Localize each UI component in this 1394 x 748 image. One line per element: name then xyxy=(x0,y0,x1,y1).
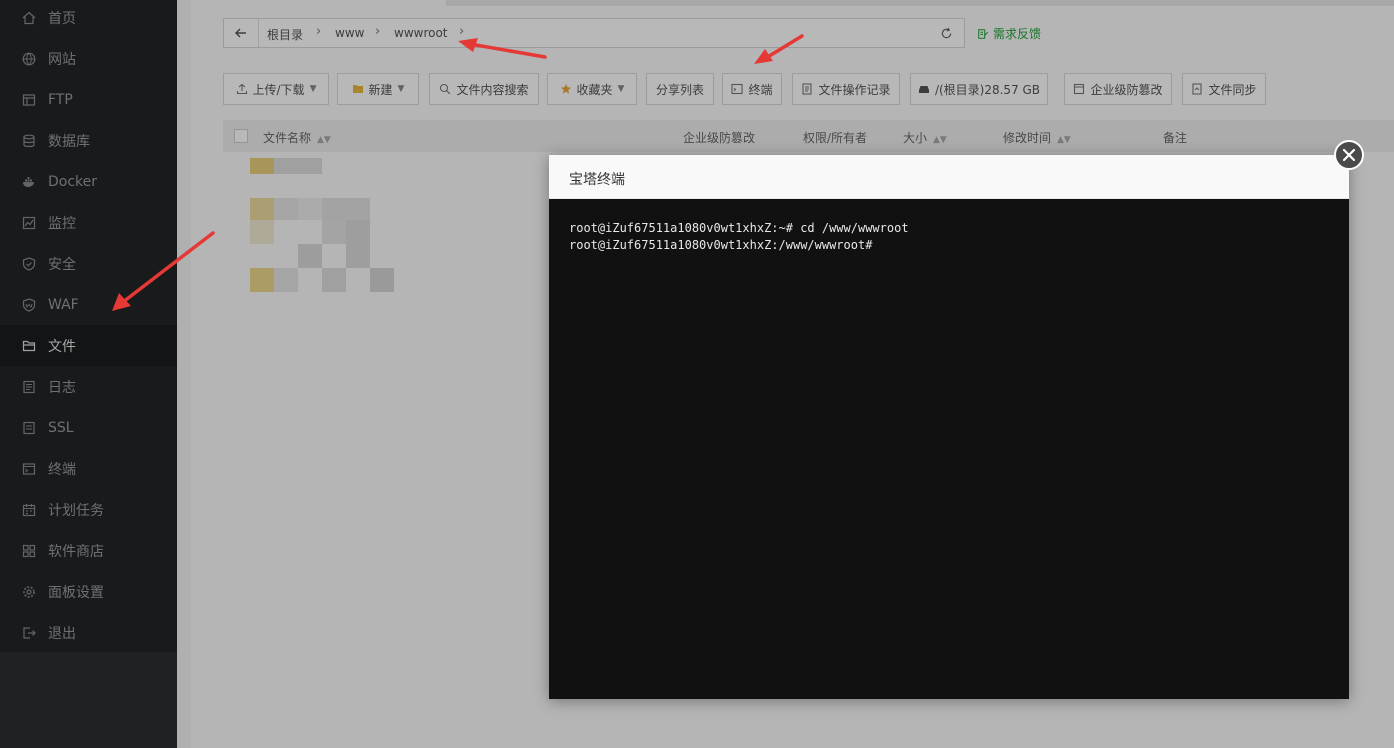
close-icon xyxy=(1342,148,1356,162)
terminal-screen[interactable]: root@iZuf67511a1080v0wt1xhxZ:~# cd /www/… xyxy=(549,199,1349,699)
terminal-line: root@iZuf67511a1080v0wt1xhxZ:/www/wwwroo… xyxy=(569,238,873,252)
close-dialog-button[interactable] xyxy=(1334,140,1364,170)
terminal-dialog: 宝塔终端 root@iZuf67511a1080v0wt1xhxZ:~# cd … xyxy=(549,155,1349,699)
dialog-title: 宝塔终端 xyxy=(569,172,625,188)
dialog-header: 宝塔终端 xyxy=(549,155,1349,199)
terminal-line: root@iZuf67511a1080v0wt1xhxZ:~# cd /www/… xyxy=(569,221,909,235)
